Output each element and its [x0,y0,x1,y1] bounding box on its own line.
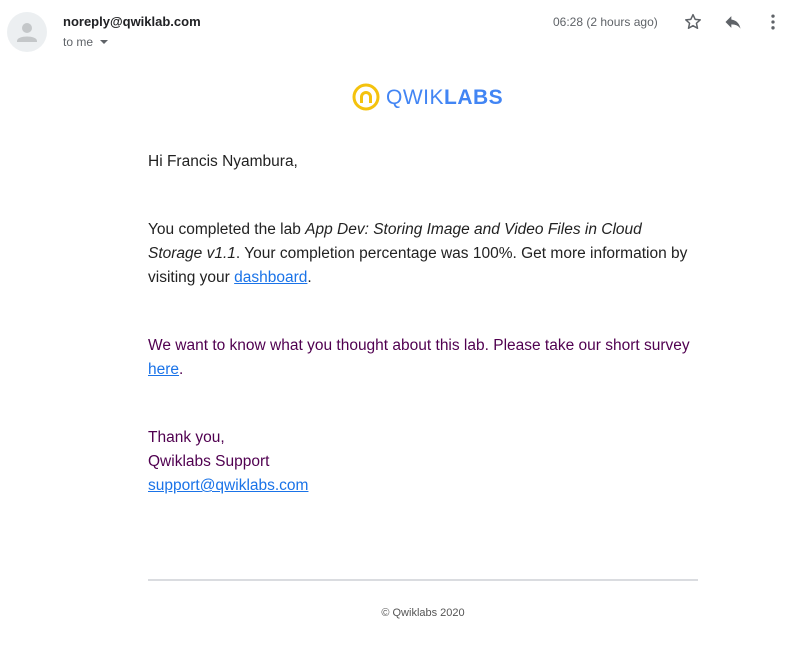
survey-link[interactable]: here [148,361,179,378]
period: . [307,269,312,286]
timestamp: 06:28 (2 hours ago) [553,15,658,29]
signature-team: Qwiklabs Support [148,453,270,470]
sender-email: noreply@qwiklab.com [63,14,201,29]
qwiklabs-logo-icon [352,83,380,111]
chevron-down-icon [100,40,109,44]
greeting: Hi Francis Nyambura, [148,153,298,170]
completion-paragraph: You completed the lab App Dev: Storing I… [148,218,693,290]
sender-avatar[interactable] [7,12,47,52]
reply-icon [725,16,741,29]
footer-divider [148,579,698,581]
star-button[interactable] [681,10,705,34]
period: . [179,361,184,378]
copyright-text: © Qwiklabs 2020 [381,607,465,619]
more-vert-icon [771,14,775,30]
survey-paragraph: We want to know what you thought about t… [148,334,693,382]
email-body: Hi Francis Nyambura, You completed the l… [148,150,693,498]
sign-off: Thank you, [148,429,225,446]
reply-button[interactable] [721,10,745,34]
logo-qwik-text: QWIK [386,85,444,109]
support-email-link[interactable]: support@qwiklabs.com [148,477,308,494]
more-options-button[interactable] [761,10,785,34]
recipient-label: to me [63,35,94,49]
qwiklabs-logo: QWIKLABS [352,83,503,111]
completion-prefix: You completed the lab [148,221,306,238]
person-icon [17,23,37,42]
logo-wordmark: QWIKLABS [386,87,503,108]
dashboard-link[interactable]: dashboard [234,269,307,286]
logo-labs-text: LABS [444,85,504,109]
recipient-dropdown[interactable]: to me [63,35,109,49]
star-icon [685,13,701,29]
survey-text: We want to know what you thought about t… [148,337,690,354]
